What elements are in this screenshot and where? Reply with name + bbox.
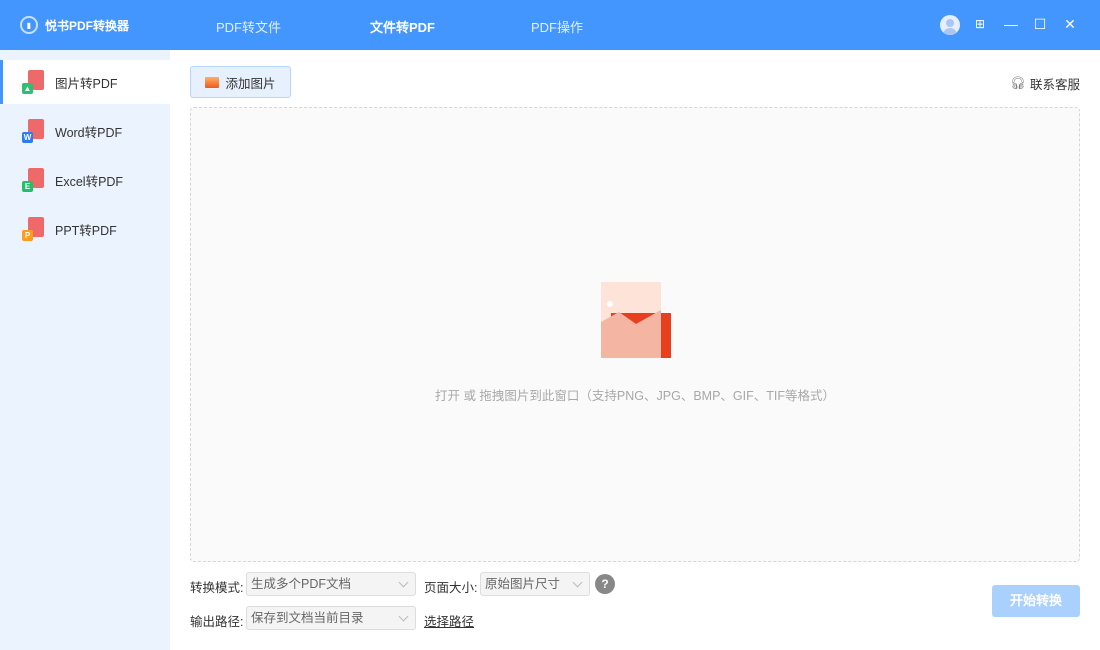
page-size-label: 页面大小: [424, 581, 478, 595]
sidebar-item-label: Word转PDF [55, 125, 123, 140]
start-convert-button[interactable]: 开始转换 [992, 585, 1080, 617]
help-icon[interactable]: ? [595, 574, 615, 594]
image-pdf-icon: ▲ [22, 70, 44, 94]
excel-pdf-icon: E [22, 168, 44, 192]
ppt-pdf-icon: P [22, 217, 44, 241]
tab-file-to-pdf[interactable]: 文件转PDF [370, 17, 435, 57]
sidebar-item-ppt-to-pdf[interactable]: P PPT转PDF [0, 207, 170, 251]
word-pdf-icon: W [22, 119, 44, 143]
output-path-label: 输出路径: [190, 615, 244, 629]
add-image-button[interactable]: 添加图片 [190, 66, 291, 98]
sidebar-item-excel-to-pdf[interactable]: E Excel转PDF [0, 158, 170, 202]
tab-pdf-operations[interactable]: PDF操作 [531, 17, 583, 36]
sidebar-item-label: PPT转PDF [55, 223, 117, 238]
tab-pdf-to-file[interactable]: PDF转文件 [216, 17, 281, 36]
sidebar: ▲ 图片转PDF W Word转PDF E Excel转PDF P PPT转PD… [0, 50, 170, 650]
maximize-icon[interactable]: ☐ [1032, 16, 1048, 32]
sidebar-item-word-to-pdf[interactable]: W Word转PDF [0, 109, 170, 153]
sidebar-item-label: Excel转PDF [55, 174, 124, 189]
headset-icon: 🎧︎ [1010, 76, 1026, 90]
grid-menu-icon[interactable]: ⊞ [972, 16, 988, 32]
close-icon[interactable]: ✕ [1062, 16, 1078, 32]
page-size-select[interactable]: 原始图片尺寸 [480, 572, 590, 596]
image-icon [205, 76, 220, 88]
minimize-icon[interactable]: — [1003, 16, 1019, 32]
contact-service-link[interactable]: 🎧︎ 联系客服 [1010, 74, 1080, 93]
mode-select[interactable]: 生成多个PDF文档 [246, 572, 416, 596]
user-avatar[interactable] [940, 15, 960, 35]
mode-label: 转换模式: [190, 581, 244, 595]
contact-service-label: 联系客服 [1029, 78, 1080, 92]
sidebar-item-label: 图片转PDF [55, 76, 118, 91]
drop-zone[interactable]: 打开 或 拖拽图片到此窗口（支持PNG、JPG、BMP、GIF、TIF等格式） [190, 107, 1080, 562]
drop-hint: 打开 或 拖拽图片到此窗口（支持PNG、JPG、BMP、GIF、TIF等格式） [434, 389, 835, 403]
add-image-label: 添加图片 [225, 76, 276, 91]
book-icon: ▮ [20, 16, 38, 34]
sidebar-item-image-to-pdf[interactable]: ▲ 图片转PDF [0, 60, 170, 104]
app-logo: ▮ 悦书PDF转换器 [20, 16, 129, 34]
output-path-select[interactable]: 保存到文档当前目录 [246, 606, 416, 630]
app-title: 悦书PDF转换器 [45, 18, 130, 33]
title-bar: ▮ 悦书PDF转换器 PDF转文件 文件转PDF PDF操作 ⊞ — ☐ ✕ [0, 0, 1100, 57]
choose-path-link[interactable]: 选择路径 [424, 611, 474, 630]
image-placeholder-icon [601, 282, 671, 358]
